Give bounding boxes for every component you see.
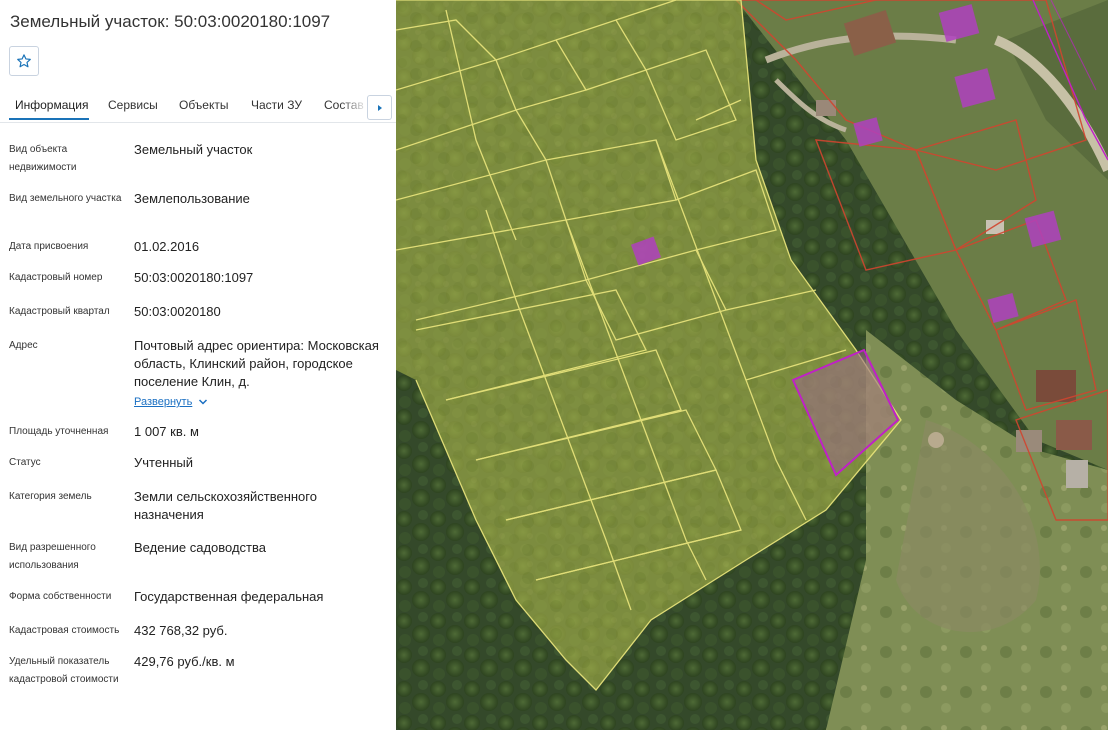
page-title: Земельный участок: 50:03:0020180:1097 <box>10 12 331 31</box>
info-panel: Земельный участок: 50:03:0020180:1097 Ин… <box>0 0 396 730</box>
field-value: 429,76 руб./кв. м <box>134 654 235 669</box>
expand-label: Развернуть <box>134 396 193 408</box>
field-value: Земли сельскохозяйственного назначения <box>134 489 317 522</box>
tabs-fade <box>340 92 368 120</box>
star-outline-icon <box>17 54 31 68</box>
field-label: Кадастровая стоимость <box>9 625 120 636</box>
field-value: 01.02.2016 <box>134 239 200 254</box>
field-label: Вид объекта недвижимости <box>9 144 77 173</box>
field-value: Земельный участок <box>134 142 253 157</box>
map-view[interactable] <box>396 0 1108 730</box>
field-label: Форма собственности <box>9 591 112 602</box>
favorite-button[interactable] <box>9 46 39 76</box>
field-label: Площадь уточненная <box>9 426 109 437</box>
field-value: 50:03:0020180 <box>134 304 221 319</box>
field-label: Кадастровый квартал <box>9 306 110 317</box>
satellite-map[interactable] <box>396 0 1108 730</box>
active-tab-indicator <box>9 118 89 120</box>
tab-objects[interactable]: Объекты <box>179 92 229 122</box>
field-value: Государственная федеральная <box>134 589 324 604</box>
chevron-down-icon <box>199 399 208 405</box>
field-label: Статус <box>9 457 41 468</box>
address-text: Почтовый адрес ориентира: Московская обл… <box>134 338 379 389</box>
field-label: Дата присвоения <box>9 241 89 252</box>
field-value: 1 007 кв. м <box>134 424 199 439</box>
field-value: 50:03:0020180:1097 <box>134 270 254 285</box>
field-label: Кадастровый номер <box>9 272 103 283</box>
field-value: 432 768,32 руб. <box>134 623 228 638</box>
field-label: Категория земель <box>9 491 92 502</box>
field-label: Удельный показатель кадастровой стоимост… <box>9 656 119 685</box>
field-label: Адрес <box>9 340 38 351</box>
tab-parts[interactable]: Части ЗУ <box>251 92 302 122</box>
tabs-scroll-next-button[interactable] <box>367 95 392 120</box>
field-value: Землепользование <box>134 191 250 206</box>
caret-right-icon <box>377 104 382 111</box>
field-value: Ведение садоводства <box>134 540 266 555</box>
tab-services[interactable]: Сервисы <box>108 92 158 122</box>
field-label: Вид земельного участка <box>9 193 122 204</box>
field-value: Почтовый адрес ориентира: Московская обл… <box>134 337 384 411</box>
field-label: Вид разрешенного использования <box>9 542 96 571</box>
field-value: Учтенный <box>134 455 194 470</box>
expand-link[interactable]: Развернуть <box>134 393 208 411</box>
